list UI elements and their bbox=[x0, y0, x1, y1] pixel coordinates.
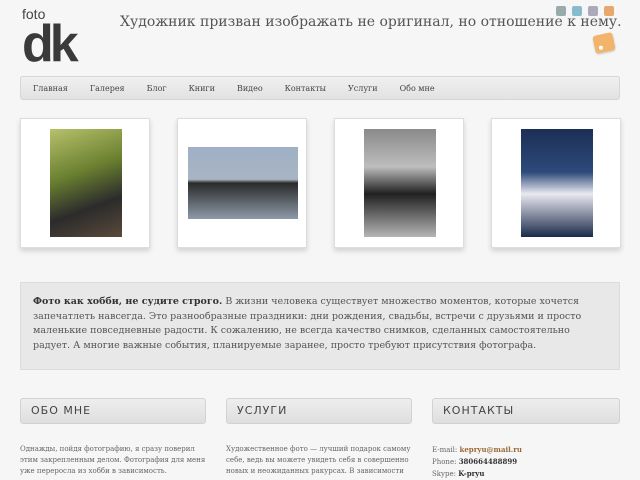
about-text: Однажды, пойдя фотографию, я сразу повер… bbox=[20, 445, 206, 475]
photo-thumb[interactable] bbox=[334, 118, 464, 248]
logo-big-text: dk bbox=[22, 15, 79, 73]
contacts-list: E-mail: kepryu@mail.ru Phone: 3806644888… bbox=[432, 444, 620, 480]
nav-item-books[interactable]: Книги bbox=[189, 84, 215, 93]
site-tagline: Художник призван изображать не оригинал,… bbox=[120, 14, 622, 30]
photo-thumb[interactable] bbox=[20, 118, 150, 248]
photo-image bbox=[364, 129, 436, 237]
email-link[interactable]: kepryu@mail.ru bbox=[460, 445, 523, 454]
phone-label: Phone: bbox=[432, 458, 457, 466]
nav-item-about[interactable]: Обо мне bbox=[400, 84, 435, 93]
photo-image bbox=[188, 147, 298, 219]
nav-item-gallery[interactable]: Галерея bbox=[90, 84, 125, 93]
nav-item-services[interactable]: Услуги bbox=[348, 84, 378, 93]
rss-small-icon[interactable] bbox=[604, 6, 614, 16]
twitter-icon[interactable] bbox=[572, 6, 582, 16]
nav-item-home[interactable]: Главная bbox=[33, 84, 68, 93]
rss-icon[interactable] bbox=[592, 32, 616, 54]
services-heading: УСЛУГИ bbox=[226, 398, 412, 424]
phone-value: 380664488899 bbox=[458, 457, 518, 466]
photo-gallery bbox=[20, 118, 621, 248]
main-nav: Главная Галерея Блог Книги Видео Контакт… bbox=[20, 76, 620, 100]
photo-image bbox=[521, 129, 593, 237]
nav-item-blog[interactable]: Блог bbox=[147, 84, 167, 93]
nav-item-contacts[interactable]: Контакты bbox=[285, 84, 326, 93]
intro-text-box: Фото как хобби, не судите строго. В жизн… bbox=[20, 282, 620, 370]
vk-icon[interactable] bbox=[588, 6, 598, 16]
photo-thumb[interactable] bbox=[491, 118, 621, 248]
facebook-icon[interactable] bbox=[556, 6, 566, 16]
email-label: E-mail: bbox=[432, 446, 458, 454]
photo-thumb[interactable] bbox=[177, 118, 307, 248]
site-logo[interactable]: foto dk bbox=[20, 4, 100, 73]
social-links bbox=[556, 6, 614, 16]
services-text: Художественное фото — лучший подарок сам… bbox=[226, 445, 411, 480]
contacts-heading: КОНТАКТЫ bbox=[432, 398, 620, 424]
skype-label: Skype: bbox=[432, 470, 456, 478]
nav-item-video[interactable]: Видео bbox=[237, 84, 263, 93]
about-heading: ОБО МНЕ bbox=[20, 398, 206, 424]
photo-image bbox=[50, 129, 122, 237]
intro-heading: Фото как хобби, не судите строго. bbox=[33, 296, 223, 307]
skype-value: K-pryu bbox=[458, 469, 485, 478]
